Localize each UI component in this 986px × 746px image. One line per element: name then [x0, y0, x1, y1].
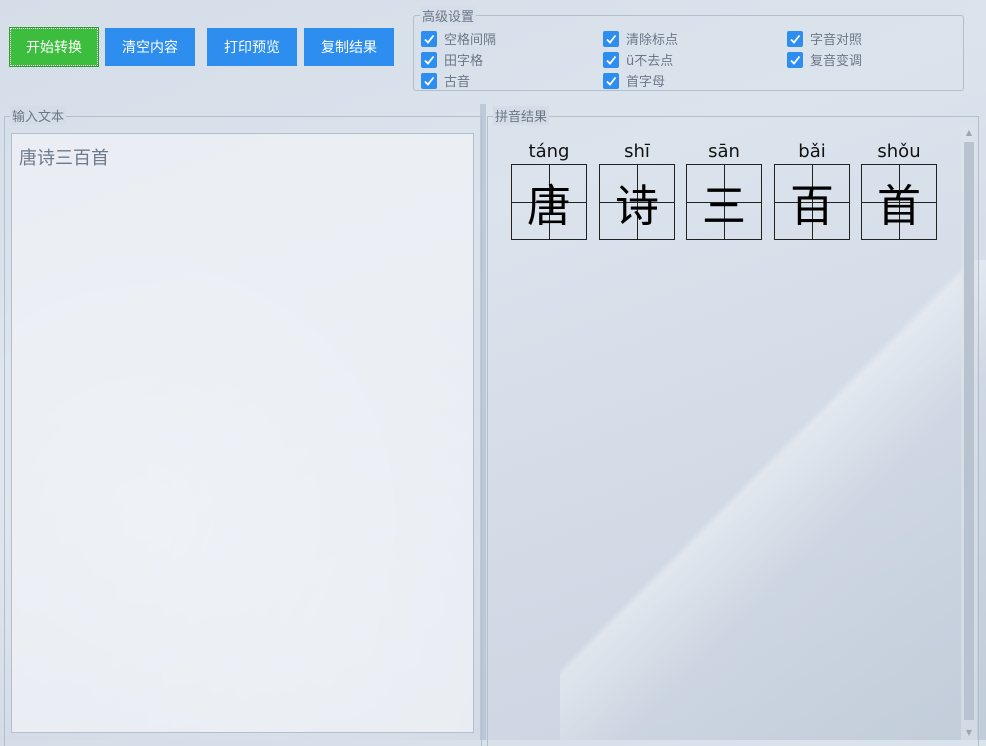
print-preview-button[interactable]: 打印预览 — [207, 28, 297, 66]
hanzi-char: 三 — [702, 181, 746, 232]
scrollbar-thumb[interactable] — [964, 142, 974, 720]
checkbox-checked-icon[interactable] — [421, 30, 437, 47]
pinyin-cell: táng 唐 — [511, 140, 587, 240]
option-label: 田字格 — [444, 54, 484, 69]
pinyin-text: bǎi — [798, 141, 826, 162]
option-tian-grid[interactable]: 田字格 — [421, 50, 483, 69]
scroll-down-icon[interactable]: ▼ — [961, 724, 977, 740]
hanzi-char: 唐 — [527, 181, 571, 232]
option-label: 空格间隔 — [444, 33, 497, 48]
tian-grid: 三 — [686, 164, 762, 240]
start-convert-button[interactable]: 开始转换 — [9, 27, 99, 67]
hanzi-char: 诗 — [615, 181, 659, 232]
pinyin-text: sān — [708, 141, 740, 162]
scroll-up-icon[interactable]: ▲ — [961, 124, 977, 140]
checkbox-checked-icon[interactable] — [603, 30, 619, 47]
pinyin-cell: sān 三 — [686, 140, 762, 240]
checkbox-checked-icon[interactable] — [603, 72, 619, 89]
option-label: 古音 — [444, 75, 471, 90]
checkbox-checked-icon[interactable] — [603, 51, 619, 68]
tian-grid: 百 — [774, 164, 850, 240]
result-panel-title: 拼音结果 — [493, 106, 550, 125]
checkbox-checked-icon[interactable] — [787, 30, 803, 47]
hanzi-char: 百 — [790, 181, 834, 232]
advanced-settings-group — [413, 15, 964, 91]
option-ancient-pronunciation[interactable]: 古音 — [421, 71, 470, 90]
option-label: 清除标点 — [626, 33, 679, 48]
option-tone-sandhi[interactable]: 复音变调 — [787, 50, 862, 69]
pinyin-text: táng — [528, 141, 570, 162]
pinyin-text: shǒu — [877, 141, 921, 162]
advanced-settings-title: 高级设置 — [420, 6, 477, 25]
tian-grid: 诗 — [599, 164, 675, 240]
option-label: 复音变调 — [810, 54, 863, 69]
option-char-pinyin-pair[interactable]: 字音对照 — [787, 29, 862, 48]
pinyin-text: shī — [624, 141, 650, 162]
result-scrollbar[interactable]: ▲ ▼ — [961, 124, 977, 740]
option-space-separator[interactable]: 空格间隔 — [421, 29, 496, 48]
checkbox-checked-icon[interactable] — [421, 72, 437, 89]
tian-grid: 首 — [861, 164, 937, 240]
pinyin-cell: shǒu 首 — [861, 140, 937, 240]
input-panel-title: 输入文本 — [10, 106, 67, 125]
option-label: 首字母 — [626, 75, 666, 90]
tian-grid: 唐 — [511, 164, 587, 240]
panel-splitter[interactable] — [480, 104, 486, 740]
pinyin-cell: shī 诗 — [599, 140, 675, 240]
option-label: ü不去点 — [626, 54, 674, 69]
input-textarea[interactable]: 唐诗三百首 — [11, 133, 474, 733]
pinyin-cell: bǎi 百 — [774, 140, 850, 240]
clear-content-button[interactable]: 清空内容 — [105, 28, 195, 66]
option-keep-umlaut-dots[interactable]: ü不去点 — [603, 50, 673, 69]
option-initial-letter[interactable]: 首字母 — [603, 71, 665, 90]
copy-result-button[interactable]: 复制结果 — [304, 28, 394, 66]
hanzi-char: 首 — [877, 181, 921, 232]
option-remove-punctuation[interactable]: 清除标点 — [603, 29, 678, 48]
checkbox-checked-icon[interactable] — [787, 51, 803, 68]
option-label: 字音对照 — [810, 33, 863, 48]
checkbox-checked-icon[interactable] — [421, 51, 437, 68]
